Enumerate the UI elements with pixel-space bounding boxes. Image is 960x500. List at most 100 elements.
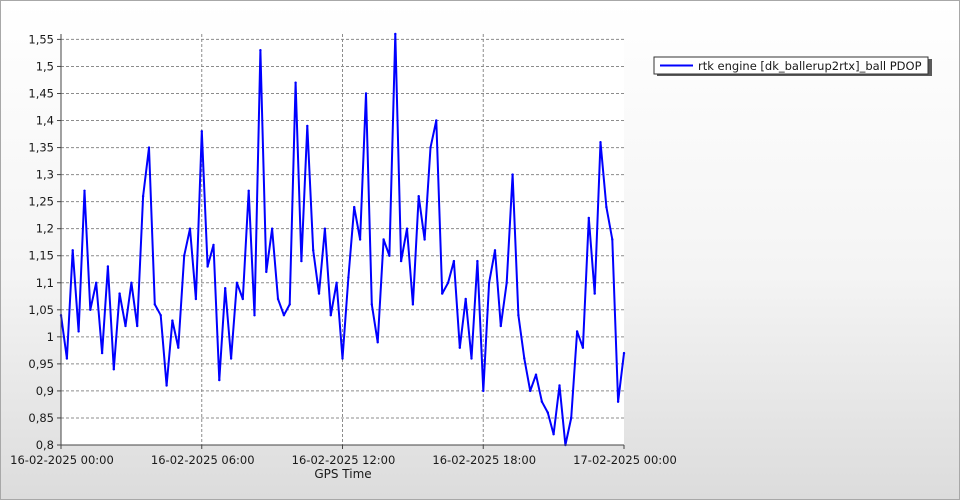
- data-point: [77, 330, 80, 333]
- data-point: [446, 281, 450, 284]
- y-tick-label: 1,25: [28, 195, 54, 209]
- data-point: [306, 124, 309, 128]
- data-point: [65, 357, 69, 360]
- data-point: [188, 227, 192, 230]
- y-tick-label: 1,5: [36, 59, 54, 73]
- legend-entry-label: rtk engine [dk_ballerup2rtx]_ball PDOP: [698, 59, 922, 73]
- data-point: [511, 173, 514, 176]
- data-point: [540, 400, 544, 403]
- x-tick-label: 16-02-2025 18:00: [432, 453, 536, 467]
- y-tick-label: 1,4: [36, 114, 54, 128]
- data-point: [130, 281, 133, 284]
- y-tick-label: 1,35: [28, 141, 54, 155]
- data-point: [270, 227, 274, 230]
- data-point: [552, 433, 555, 436]
- data-point: [171, 319, 174, 322]
- data-point: [505, 281, 508, 284]
- data-point: [312, 249, 315, 252]
- data-point: [470, 357, 473, 360]
- y-tick-label: 1,2: [36, 222, 54, 236]
- data-point: [317, 292, 321, 295]
- data-point: [487, 281, 491, 284]
- data-point: [441, 292, 444, 295]
- data-point: [605, 205, 608, 209]
- data-point: [376, 341, 379, 344]
- data-point: [118, 292, 121, 295]
- data-point: [141, 195, 145, 198]
- x-tick-label: 17-02-2025 00:00: [573, 453, 677, 467]
- data-point: [622, 351, 626, 355]
- data-point: [294, 81, 297, 84]
- data-point: [587, 216, 590, 220]
- data-point: [616, 400, 620, 403]
- y-tick-label: 0,9: [36, 384, 54, 398]
- x-tick-labels: 16-02-2025 00:00 16-02-2025 06:00 16-02-20…: [10, 453, 677, 467]
- data-point: [247, 189, 250, 192]
- data-point: [282, 314, 286, 317]
- data-point: [89, 308, 92, 311]
- data-point: [106, 265, 110, 268]
- data-point: [534, 373, 538, 376]
- data-point: [382, 238, 385, 241]
- data-point: [423, 238, 426, 241]
- data-point: [323, 227, 327, 230]
- data-point: [341, 357, 344, 360]
- data-point: [575, 330, 579, 333]
- data-point: [493, 249, 497, 252]
- data-point: [417, 195, 420, 198]
- data-point: [364, 92, 368, 95]
- data-point: [581, 346, 585, 349]
- data-point: [83, 189, 86, 192]
- data-point: [206, 265, 209, 268]
- data-point: [517, 314, 520, 317]
- data-point: [558, 384, 561, 387]
- data-point: [235, 281, 239, 284]
- data-point: [347, 276, 350, 279]
- data-point: [499, 324, 502, 328]
- chart-window: 0,8 0,85 0,9 0,95 1 1,05 1,1 1,15 1,2 1,25 1,3 1,35…: [0, 0, 960, 500]
- data-point: [435, 119, 438, 122]
- data-point: [147, 146, 151, 149]
- y-tick-labels: 0,8 0,85 0,9 0,95 1 1,05 1,1 1,15 1,2 1,25 1,3 1,35…: [28, 32, 54, 452]
- data-point: [394, 32, 397, 36]
- data-point: [353, 205, 356, 209]
- data-point: [300, 259, 303, 263]
- data-point: [183, 254, 186, 257]
- data-point: [482, 389, 485, 393]
- data-point: [276, 297, 280, 301]
- data-point: [218, 378, 221, 382]
- y-tick-label: 0,85: [28, 411, 54, 425]
- line-chart: 0,8 0,85 0,9 0,95 1 1,05 1,1 1,15 1,2 1,25 1,3 1,35…: [10, 32, 932, 481]
- data-point: [71, 249, 74, 252]
- data-point: [259, 49, 262, 52]
- data-point: [476, 259, 479, 263]
- data-point: [593, 292, 596, 295]
- data-point: [570, 416, 573, 420]
- data-point: [288, 303, 291, 306]
- data-point: [153, 303, 156, 306]
- data-point: [200, 130, 203, 133]
- y-tick-label: 1,45: [28, 86, 54, 100]
- data-point: [177, 346, 180, 349]
- data-point: [452, 259, 456, 263]
- data-point: [112, 368, 116, 371]
- data-point: [529, 389, 532, 393]
- data-point: [136, 324, 139, 328]
- data-point: [95, 281, 98, 284]
- data-point: [335, 281, 338, 284]
- data-point: [399, 259, 403, 263]
- data-point: [458, 346, 461, 349]
- data-point: [523, 357, 526, 360]
- data-point: [224, 287, 227, 290]
- x-axis-title: GPS Time: [314, 467, 371, 481]
- y-tick-label: 1,1: [36, 276, 54, 290]
- legend[interactable]: rtk engine [dk_ballerup2rtx]_ball PDOP: [653, 56, 932, 76]
- data-point: [546, 411, 549, 414]
- y-tick-label: 0,95: [28, 357, 54, 371]
- y-tick-label: 1,55: [28, 32, 54, 46]
- data-point: [599, 141, 602, 144]
- data-point: [253, 314, 256, 317]
- data-point: [464, 297, 467, 301]
- x-tick-label: 16-02-2025 00:00: [10, 453, 114, 467]
- y-tick-label: 1: [47, 330, 54, 344]
